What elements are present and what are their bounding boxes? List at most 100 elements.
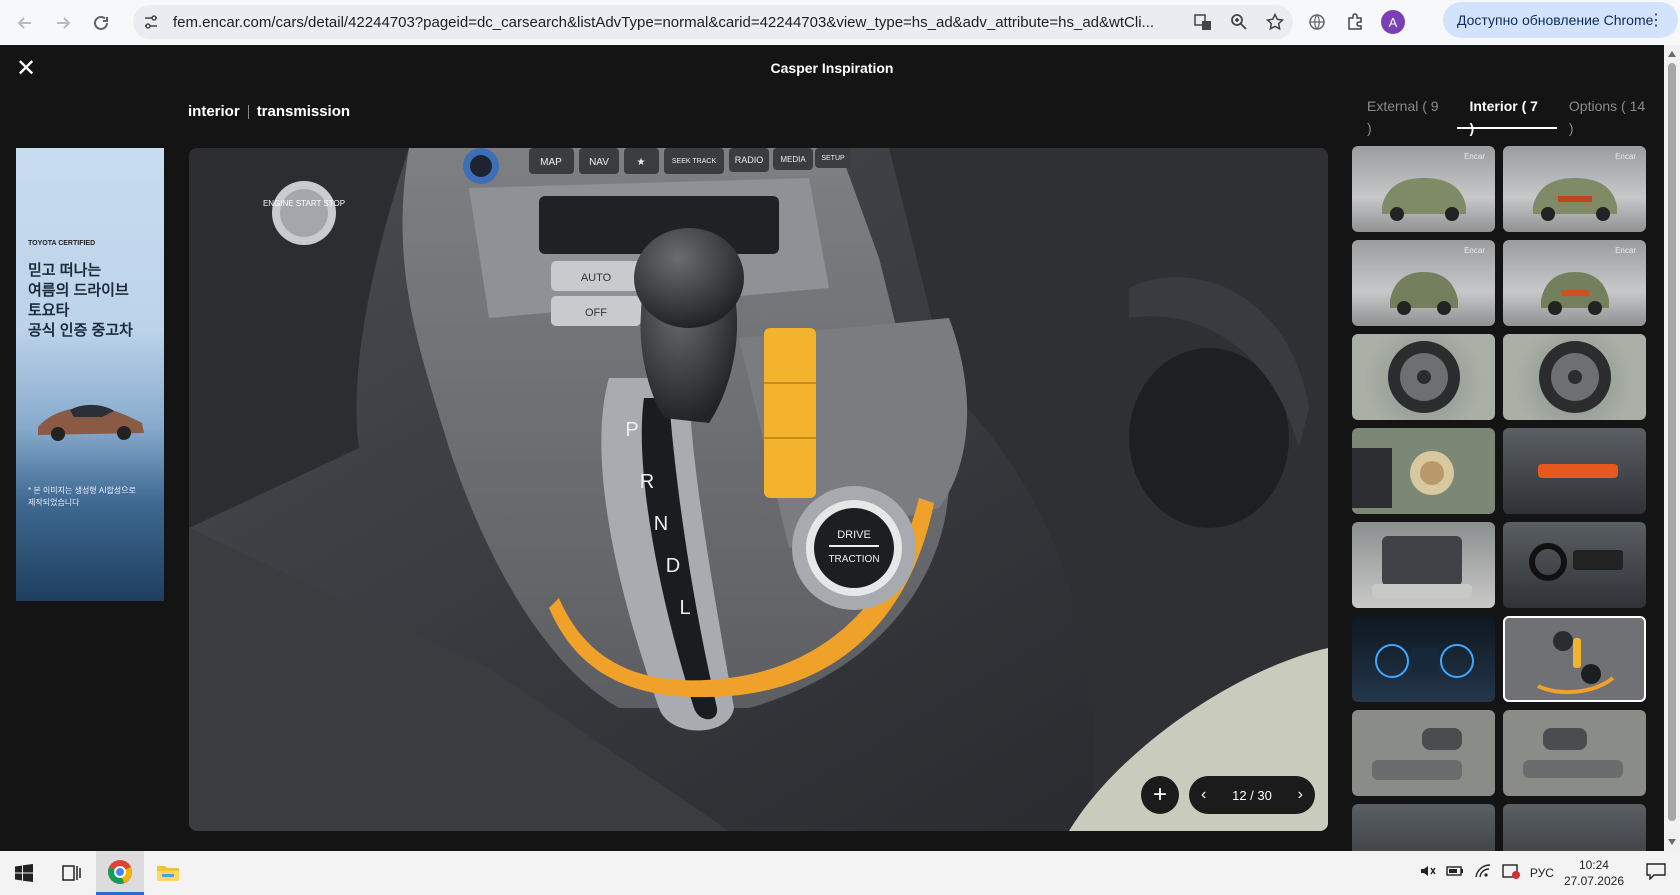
windows-taskbar: РУС 10:24 27.07.2026 [0,851,1680,895]
thumbnail[interactable] [1503,522,1646,608]
photo-category-tabs: External ( 9 ) Interior ( 7 ) Options ( … [1355,95,1664,136]
photo-viewer: ✕ Casper Inspiration interior transmissi… [0,45,1664,851]
seek-button-label: SEEK TRACK [672,158,717,165]
gear-n-label: N [654,513,668,535]
car-front-thumb [1390,272,1458,315]
address-bar[interactable]: fem.encar.com/cars/detail/42244703?pagei… [133,5,1293,39]
system-clock[interactable]: 10:24 27.07.2026 [1564,857,1624,889]
gear-shifter-photo: ENGINE START STOP AUTO OFF MAP NAV ★ SEE… [189,148,1328,831]
car-rear-thumb [1533,178,1617,221]
thumbnail[interactable] [1352,710,1495,796]
door-panel-thumb [1523,728,1623,778]
zoom-in-button[interactable]: + [1141,776,1179,814]
tab-external[interactable]: External ( 9 ) [1355,95,1457,136]
volume-muted-icon[interactable] [1420,863,1436,884]
site-info-icon[interactable] [143,14,159,30]
thumbnail[interactable] [1503,804,1646,851]
reload-button[interactable] [82,4,120,42]
wheel-thumb [1388,341,1460,413]
thumbnail[interactable]: Encar [1503,146,1646,232]
tab-options[interactable]: Options ( 14 ) [1557,95,1664,136]
profile-avatar[interactable]: A [1381,10,1405,34]
gear-l-label: L [679,597,690,619]
climate-off-label: OFF [585,307,607,319]
forward-button[interactable] [44,4,82,42]
media-button-label: MEDIA [780,155,806,164]
action-center-icon[interactable] [1646,862,1666,885]
climate-auto-label: AUTO [581,272,612,284]
ad-headline: 믿고 떠나는 여름의 드라이브 토요타 공식 인증 중고차 [28,262,133,339]
map-button-label: MAP [540,157,562,168]
breadcrumb-interior: interior [188,103,240,120]
next-photo-icon[interactable]: › [1298,786,1303,804]
headlight-thumb [1352,448,1454,508]
wheel-thumb [1539,341,1611,413]
arrow-right-icon [57,16,71,29]
windows-start-icon[interactable] [0,851,48,895]
url-text[interactable]: fem.encar.com/cars/detail/42244703?pagei… [173,14,1183,31]
engine-bay-thumb [1372,536,1472,598]
system-tray: РУС 10:24 27.07.2026 [1420,851,1680,895]
engine-start-label: ENGINE START STOP [263,199,345,208]
main-photo[interactable]: ENGINE START STOP AUTO OFF MAP NAV ★ SEE… [189,148,1328,831]
thumbnail[interactable] [1352,522,1495,608]
gear-r-label: R [640,471,654,493]
language-indicator[interactable]: РУС [1530,866,1554,880]
page-title: Casper Inspiration [770,60,894,76]
door-panel-thumb [1372,728,1462,780]
clock-date: 27.07.2026 [1563,874,1624,888]
ad-fine-print: * 본 이미지는 생성형 AI합성으로 제작되었습니다 [28,486,136,507]
nav-button-label: NAV [589,157,609,168]
zoom-icon[interactable] [1227,10,1251,34]
thumbnail-selected[interactable] [1503,616,1646,702]
extensions-icon[interactable] [1343,10,1367,34]
shifter-thumb [1537,631,1615,695]
ad-car-image [38,404,144,441]
thumbnail-grid: Encar Encar Encar Encar [1352,146,1648,851]
taillight-thumb [1538,464,1618,478]
battery-icon[interactable] [1446,863,1464,884]
tab-interior[interactable]: Interior ( 7 ) [1457,95,1557,136]
translate-icon[interactable] [1191,10,1215,34]
photo-counter: 12 / 30 [1232,787,1272,803]
radio-button-label: RADIO [735,155,764,165]
scrollbar-thumb[interactable] [1668,63,1676,821]
dashboard-thumb [1529,543,1623,581]
setup-button-label: SETUP [821,155,845,162]
file-explorer-icon[interactable] [144,851,192,895]
thumbnail[interactable] [1503,710,1646,796]
thumbnail[interactable]: Encar [1352,146,1495,232]
thumbnail[interactable] [1352,804,1495,851]
car-rear-thumb [1541,272,1609,315]
prev-photo-icon[interactable]: ‹ [1201,786,1206,804]
thumbnail[interactable] [1352,616,1495,702]
breadcrumb-transmission: transmission [256,103,351,120]
chrome-taskbar-icon[interactable] [96,851,144,895]
photo-controls: + ‹ 12 / 30 › [1141,776,1315,814]
thumbnail[interactable] [1352,428,1495,514]
globe-icon[interactable] [1305,10,1329,34]
bookmark-star-icon[interactable] [1263,10,1287,34]
update-label: Доступно обновление Chrome [1457,12,1654,28]
thumbnail[interactable]: Encar [1352,240,1495,326]
thumbnail[interactable] [1503,334,1646,420]
task-view-icon[interactable] [48,851,96,895]
thumbnail[interactable] [1503,428,1646,514]
reload-icon [94,15,108,30]
gear-d-label: D [666,555,680,577]
ad-banner[interactable]: TOYOTA CERTIFIED 믿고 떠나는 여름의 드라이브 토요타 공식 … [16,148,164,601]
thumbnail[interactable] [1352,334,1495,420]
knob-drive-label: DRIVE [837,529,871,541]
notification-badge-icon[interactable] [1502,863,1520,884]
page-scrollbar[interactable] [1664,45,1680,851]
thumbnail[interactable]: Encar [1503,240,1646,326]
breadcrumb: interior transmission [188,103,350,120]
back-button[interactable] [6,4,44,42]
wifi-icon[interactable] [1474,863,1492,884]
ad-brand: TOYOTA CERTIFIED [28,240,96,247]
chrome-update-button[interactable]: Доступно обновление Chrome ⋮ [1443,2,1678,38]
menu-dots-icon[interactable]: ⋮ [1648,10,1664,30]
scroll-down-icon[interactable] [1668,839,1676,845]
scroll-up-icon[interactable] [1668,51,1676,57]
knob-traction-label: TRACTION [828,554,879,565]
